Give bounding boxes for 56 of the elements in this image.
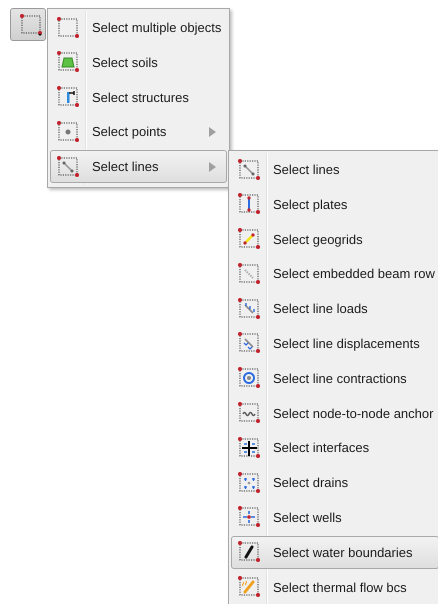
menu-item-label: Select line contractions bbox=[273, 370, 408, 386]
geogrid-select-icon bbox=[237, 227, 261, 252]
menu-item[interactable]: Select line contractions bbox=[231, 362, 438, 395]
menu-item[interactable]: Select wells bbox=[231, 500, 438, 534]
menu-item[interactable]: Select node-to-node anchor bbox=[231, 396, 438, 430]
menu-item[interactable]: Select structures bbox=[50, 80, 227, 114]
menu-item-label: Select water boundaries bbox=[273, 544, 414, 560]
line-select-icon bbox=[56, 154, 80, 179]
contraction-select-icon bbox=[237, 366, 261, 390]
menu-item[interactable]: Select lines bbox=[50, 150, 227, 184]
menu-item[interactable]: Select interfaces bbox=[231, 431, 438, 464]
beam-row-select-icon bbox=[237, 262, 261, 286]
menu-item-label: Select line loads bbox=[273, 301, 369, 316]
menu-item[interactable]: Select line loads bbox=[231, 292, 438, 326]
soil-select-icon bbox=[56, 50, 80, 74]
displacement-select-icon bbox=[237, 331, 261, 356]
line-load-select-icon bbox=[237, 296, 261, 321]
selection-frame-icon bbox=[56, 16, 80, 40]
selection-frame-icon bbox=[18, 12, 42, 36]
menu-item[interactable]: Select soils bbox=[50, 46, 227, 79]
menu-item-label: Select embedded beam row bbox=[273, 266, 436, 282]
menu-item[interactable]: Select water boundaries bbox=[231, 536, 438, 569]
menu-item[interactable]: Select plates bbox=[231, 188, 438, 221]
menu-item-label: Select wells bbox=[273, 510, 343, 525]
water-boundary-select-icon bbox=[237, 540, 261, 564]
selection-tool-button[interactable] bbox=[10, 8, 46, 41]
menu-item-label: Select plates bbox=[273, 196, 348, 212]
menu-item[interactable]: Select geogrids bbox=[231, 222, 438, 256]
menu-item-label: Select structures bbox=[92, 90, 190, 105]
menu-item[interactable]: Select line displacements bbox=[231, 326, 438, 360]
thermal-flow-select-icon bbox=[237, 575, 261, 600]
menu-item[interactable]: Select embedded beam row bbox=[231, 257, 438, 290]
menu-item[interactable]: Select lines bbox=[231, 153, 438, 186]
anchor-select-icon bbox=[237, 401, 261, 426]
well-select-icon bbox=[237, 505, 261, 530]
menu-item-label: Select interfaces bbox=[273, 440, 370, 456]
menu-item-label: Select multiple objects bbox=[92, 20, 222, 35]
drain-select-icon bbox=[237, 470, 261, 495]
menu-item[interactable]: Select drains bbox=[231, 466, 438, 500]
menu-item[interactable]: Select points bbox=[50, 115, 227, 148]
menu-item[interactable]: Select thermal flow bcs bbox=[231, 570, 438, 604]
menu-item-label: Select geogrids bbox=[273, 232, 364, 247]
menu-item-label: Select soils bbox=[92, 54, 159, 70]
menu-item[interactable]: Select multiple objects bbox=[50, 11, 227, 44]
menu-item-label: Select drains bbox=[273, 475, 350, 490]
plate-select-icon bbox=[237, 192, 261, 216]
structure-select-icon bbox=[56, 85, 80, 110]
menu-item-label: Select thermal flow bcs bbox=[273, 580, 408, 595]
menu-item-label: Select lines bbox=[92, 159, 160, 174]
menu-item-label: Select lines bbox=[273, 162, 340, 177]
menu-item-label: Select line displacements bbox=[273, 336, 421, 351]
interface-select-icon bbox=[237, 436, 261, 460]
menu-item-label: Select node-to-node anchor bbox=[273, 406, 434, 421]
menu-item-label: Select points bbox=[92, 124, 168, 140]
point-select-icon bbox=[56, 120, 80, 144]
line-select-icon bbox=[237, 158, 261, 182]
